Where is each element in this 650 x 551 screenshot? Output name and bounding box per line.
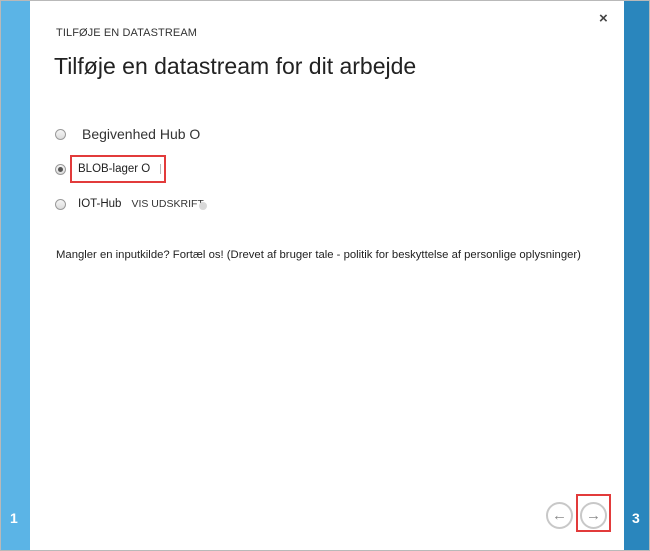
close-icon[interactable]: × — [599, 10, 608, 27]
wizard-dialog — [30, 1, 624, 550]
next-highlight-box — [576, 494, 611, 532]
option-event-hub-label[interactable]: Begivenhed Hub O — [82, 126, 200, 142]
option-event-hub[interactable]: Begivenhed Hub O — [55, 126, 200, 142]
page-title: Tilføje en datastream for dit arbejde — [54, 53, 417, 79]
missing-input-text[interactable]: Mangler en inputkilde? Fortæl os! (Dreve… — [56, 249, 581, 261]
step-indicator-left: 1 — [10, 510, 18, 526]
breadcrumb: TILFØJE EN DATASTREAM — [56, 27, 198, 39]
option-iot-hub-label[interactable]: IOT-Hub — [78, 198, 121, 210]
arrow-left-icon[interactable]: ← — [546, 502, 573, 529]
option-iot-hub[interactable]: IOT-Hub VIS UDSKRIFT — [55, 198, 208, 210]
radio-event-hub[interactable] — [55, 128, 66, 140]
right-step-bar — [624, 1, 649, 550]
text-cursor — [160, 164, 161, 174]
show-script-link[interactable]: VIS UDSKRIFT — [131, 198, 208, 210]
radio-blob-storage[interactable] — [55, 163, 66, 175]
radio-iot-hub[interactable] — [55, 198, 66, 210]
left-step-bar — [1, 1, 30, 550]
step-indicator-right: 3 — [632, 510, 640, 526]
blob-highlight-box — [70, 155, 166, 183]
